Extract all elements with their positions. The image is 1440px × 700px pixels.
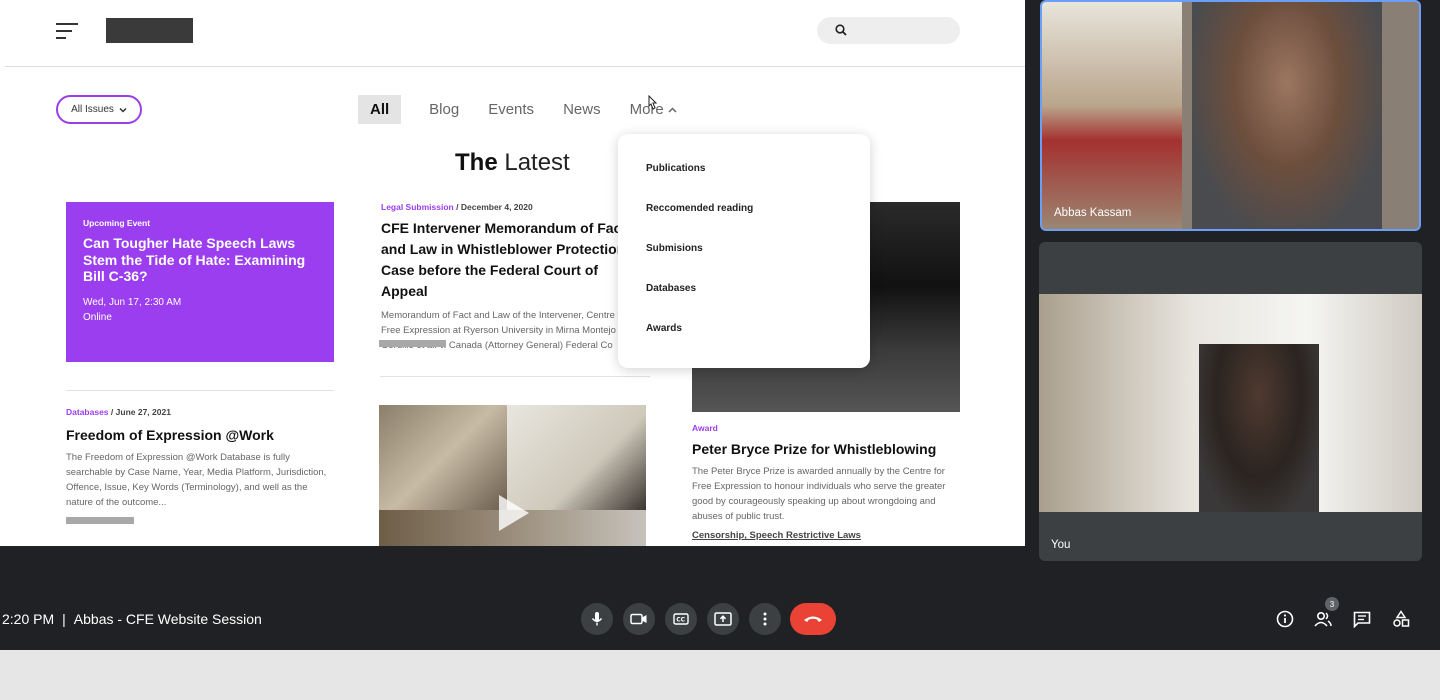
captions-icon: CC	[673, 613, 689, 625]
article-title[interactable]: Peter Bryce Prize for Whistleblowing	[692, 439, 962, 460]
end-call-icon	[804, 616, 822, 622]
mic-button[interactable]	[581, 603, 613, 635]
people-button[interactable]	[1312, 608, 1334, 630]
meta-separator: /	[110, 407, 114, 417]
article-date: December 4, 2020	[460, 202, 533, 212]
heading-rest: Latest	[504, 149, 570, 176]
more-dropdown-menu: Publications Reccomended reading Submisi…	[618, 134, 870, 368]
article-card-databases[interactable]: Databases / June 27, 2021 Freedom of Exp…	[66, 407, 334, 524]
meet-window: All Issues All Blog Events News More The…	[0, 0, 1440, 650]
svg-text:CC: CC	[676, 617, 685, 624]
article-meta: Databases / June 27, 2021	[66, 407, 334, 417]
meeting-title: Abbas - CFE Website Session	[73, 611, 262, 627]
info-icon	[1276, 610, 1294, 628]
participant-video	[1192, 2, 1382, 229]
activities-icon	[1393, 610, 1410, 627]
meeting-time: 2:20 PM	[2, 611, 55, 627]
tab-all[interactable]: All	[358, 95, 402, 124]
article-meta: Award	[692, 423, 962, 433]
more-options-button[interactable]	[749, 603, 781, 635]
participant-name: You	[1051, 539, 1071, 551]
activities-button[interactable]	[1390, 608, 1412, 630]
meeting-info: 2:20 PM | Abbas - CFE Website Session	[2, 611, 262, 627]
meeting-info-button[interactable]	[1274, 608, 1296, 630]
all-issues-label: All Issues	[71, 104, 114, 115]
menu-item-recommended-reading[interactable]: Reccomended reading	[646, 192, 842, 232]
participant-tile-abbas[interactable]: Abbas Kassam	[1040, 0, 1421, 231]
menu-icon[interactable]	[56, 22, 78, 40]
article-card-award[interactable]: Award Peter Bryce Prize for Whistleblowi…	[692, 423, 962, 541]
participant-figure	[1199, 344, 1319, 512]
chevron-down-icon	[119, 107, 127, 113]
captions-button[interactable]: CC	[665, 603, 697, 635]
meeting-controls-bar: 2:20 PM | Abbas - CFE Website Session CC 3	[0, 570, 1440, 650]
participant-count-badge: 3	[1325, 597, 1339, 611]
camera-icon	[630, 613, 647, 625]
all-issues-dropdown[interactable]: All Issues	[56, 95, 142, 124]
menu-item-awards[interactable]: Awards	[646, 312, 842, 352]
cursor-icon	[648, 95, 658, 110]
article-category: Databases	[66, 407, 109, 417]
end-call-button[interactable]	[790, 603, 836, 635]
article-desc: The Peter Bryce Prize is awarded annuall…	[692, 466, 946, 522]
event-date: Wed, Jun 17, 2:30 AM	[83, 296, 182, 308]
article-date: June 27, 2021	[115, 407, 171, 417]
chat-button[interactable]	[1351, 608, 1373, 630]
article-title[interactable]: CFE Intervener Memorandum of Fact and La…	[381, 218, 631, 302]
menu-item-databases[interactable]: Databases	[646, 272, 842, 312]
participant-tile-you[interactable]: You	[1039, 242, 1422, 561]
video-thumbnail[interactable]	[379, 405, 646, 546]
divider	[66, 390, 334, 391]
present-button[interactable]	[707, 603, 739, 635]
camera-button[interactable]	[623, 603, 655, 635]
participant-name: Abbas Kassam	[1054, 207, 1132, 219]
menu-item-publications[interactable]: Publications	[646, 152, 842, 192]
people-icon	[1314, 611, 1332, 627]
event-location: Online	[83, 311, 112, 323]
heading-bold: The	[455, 149, 498, 176]
search-input[interactable]	[817, 17, 960, 44]
chevron-up-icon	[668, 106, 677, 113]
mic-icon	[591, 612, 603, 626]
section-heading: The Latest	[455, 149, 570, 177]
read-more-bar[interactable]	[379, 340, 446, 347]
article-card-legal[interactable]: Legal Submission / December 4, 2020 CFE …	[381, 202, 633, 352]
article-desc: The Freedom of Expression @Work Database…	[66, 452, 327, 508]
event-tag: Upcoming Event	[83, 218, 151, 228]
article-title[interactable]: Freedom of Expression @Work	[66, 425, 334, 446]
play-icon[interactable]	[499, 495, 529, 531]
search-icon	[835, 24, 847, 36]
tab-blog[interactable]: Blog	[429, 101, 459, 118]
read-more-bar[interactable]	[66, 517, 134, 524]
meta-separator: /	[456, 202, 459, 212]
tab-events[interactable]: Events	[488, 101, 534, 118]
article-tags[interactable]: Censorship, Speech Restrictive Laws	[692, 530, 962, 541]
more-icon	[763, 612, 767, 626]
article-category: Award	[692, 423, 718, 433]
meeting-separator: |	[62, 611, 66, 627]
shared-screen: All Issues All Blog Events News More The…	[0, 0, 1025, 546]
video-frame-1	[379, 405, 507, 510]
bookshelf-background	[1042, 2, 1182, 229]
tab-news[interactable]: News	[563, 101, 601, 118]
site-logo[interactable]	[106, 18, 193, 43]
event-card[interactable]: Upcoming Event Can Tougher Hate Speech L…	[66, 202, 334, 362]
article-category: Legal Submission	[381, 202, 454, 212]
article-meta: Legal Submission / December 4, 2020	[381, 202, 633, 212]
event-title: Can Tougher Hate Speech Laws Stem the Ti…	[83, 235, 306, 284]
chat-icon	[1353, 611, 1371, 628]
participant-video	[1039, 294, 1422, 512]
present-icon	[714, 612, 732, 626]
header-divider	[5, 66, 1025, 67]
menu-item-submissions[interactable]: Submisions	[646, 232, 842, 272]
divider	[380, 376, 650, 377]
